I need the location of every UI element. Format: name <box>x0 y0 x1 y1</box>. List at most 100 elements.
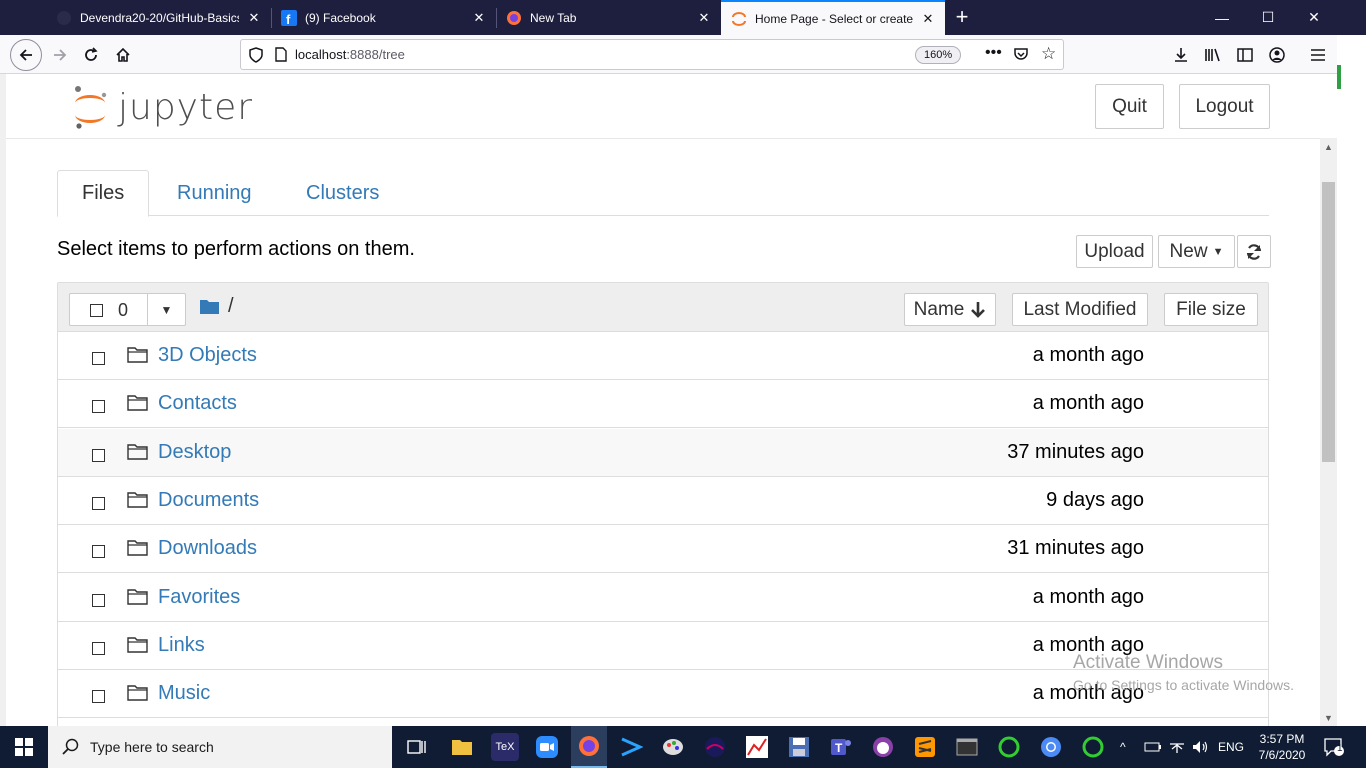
graph-app-icon[interactable] <box>743 733 771 761</box>
item-name-link[interactable]: Documents <box>158 489 259 512</box>
sort-file-size-button[interactable]: File size <box>1164 293 1258 326</box>
pocket-icon[interactable] <box>1013 46 1029 67</box>
forward-button[interactable] <box>45 40 75 70</box>
breadcrumb[interactable]: / <box>199 295 234 318</box>
page-actions-icon[interactable]: ••• <box>985 44 1002 62</box>
close-icon[interactable]: ✕ <box>697 10 711 26</box>
terminal-icon[interactable] <box>953 733 981 761</box>
select-menu-dropdown[interactable]: ▼ <box>147 293 186 326</box>
tex-editor-icon[interactable]: TeX <box>491 733 519 761</box>
upload-button[interactable]: Upload <box>1076 235 1153 268</box>
close-icon[interactable]: ✕ <box>921 11 935 27</box>
item-checkbox[interactable] <box>92 545 105 558</box>
logout-button[interactable]: Logout <box>1179 84 1270 129</box>
browser-tab-github[interactable]: Devendra20-20/GitHub-Basics ✕ <box>46 0 271 35</box>
browser-tab-jupyter[interactable]: Home Page - Select or create a ✕ <box>721 0 945 35</box>
scrollbar-thumb[interactable] <box>1322 182 1335 462</box>
account-icon[interactable] <box>1262 40 1292 70</box>
sublime-text-icon[interactable] <box>911 733 939 761</box>
close-icon[interactable]: ✕ <box>472 10 486 26</box>
item-name-link[interactable]: Desktop <box>158 441 231 464</box>
network-icon[interactable] <box>1168 726 1186 768</box>
save-disk-icon[interactable] <box>785 733 813 761</box>
page-info-icon[interactable] <box>275 47 287 62</box>
circle-app-2-icon[interactable] <box>1079 733 1107 761</box>
circle-app-icon[interactable] <box>995 733 1023 761</box>
new-tab-button[interactable]: + <box>951 4 973 30</box>
item-checkbox[interactable] <box>92 400 105 413</box>
item-checkbox[interactable] <box>92 352 105 365</box>
window-close-icon[interactable]: ✕ <box>1291 0 1337 35</box>
menu-icon[interactable] <box>1303 40 1333 70</box>
item-name-link[interactable]: Music <box>158 682 210 705</box>
teams-icon[interactable]: T <box>827 733 855 761</box>
select-all-checkbox[interactable] <box>90 304 103 317</box>
item-name-link[interactable]: 3D Objects <box>158 344 257 367</box>
browser-tab-title: (9) Facebook <box>305 10 376 25</box>
item-checkbox[interactable] <box>92 594 105 607</box>
sort-name-button[interactable]: Name <box>904 293 996 326</box>
item-name-link[interactable]: Links <box>158 634 205 657</box>
browser-tab-facebook[interactable]: f (9) Facebook ✕ <box>271 0 496 35</box>
start-button[interactable] <box>0 726 48 768</box>
chrome-icon[interactable] <box>1037 733 1065 761</box>
vertical-scrollbar[interactable]: ▲ ▼ <box>1320 138 1337 726</box>
firefox-taskbar-icon[interactable] <box>571 726 607 768</box>
back-button[interactable] <box>10 39 42 71</box>
sort-last-modified-button[interactable]: Last Modified <box>1012 293 1148 326</box>
stellarium-icon[interactable] <box>701 733 729 761</box>
task-view-icon[interactable] <box>403 733 431 761</box>
item-name-link[interactable]: Favorites <box>158 586 240 609</box>
minimize-icon[interactable]: — <box>1199 0 1245 35</box>
file-explorer-icon[interactable] <box>448 733 476 761</box>
bookmark-star-icon[interactable]: ☆ <box>1041 44 1056 64</box>
tab-files[interactable]: Files <box>57 170 150 217</box>
maximize-icon[interactable]: ☐ <box>1245 0 1291 35</box>
list-item[interactable]: Desktop 37 minutes ago <box>58 429 1268 477</box>
paint-icon[interactable] <box>659 733 687 761</box>
item-checkbox[interactable] <box>92 642 105 655</box>
zoom-app-icon[interactable] <box>533 733 561 761</box>
sidebar-icon[interactable] <box>1230 40 1260 70</box>
list-item[interactable]: Favorites a month ago <box>58 574 1268 622</box>
jupyter-logo[interactable]: jupyter <box>72 84 253 130</box>
tab-clusters[interactable]: Clusters <box>282 170 403 216</box>
item-name-link[interactable]: Downloads <box>158 537 257 560</box>
close-icon[interactable]: ✕ <box>247 10 261 26</box>
list-item[interactable]: 3D Objects a month ago <box>58 332 1268 380</box>
volume-icon[interactable] <box>1192 726 1210 768</box>
scroll-down-icon[interactable]: ▼ <box>1320 709 1337 726</box>
list-item[interactable]: Contacts a month ago <box>58 380 1268 428</box>
item-checkbox[interactable] <box>92 690 105 703</box>
item-checkbox[interactable] <box>92 497 105 510</box>
notification-center-icon[interactable]: 1 <box>1323 726 1345 768</box>
jupyter-favicon <box>731 11 747 27</box>
new-button[interactable]: New ▼ <box>1158 235 1235 268</box>
refresh-button[interactable] <box>1237 235 1271 268</box>
background-window-edge <box>1337 65 1341 89</box>
taskbar-clock[interactable]: 3:57 PM 7/6/2020 <box>1254 731 1310 763</box>
taskbar-search-box[interactable]: Type here to search <box>48 726 392 768</box>
input-language[interactable]: ENG <box>1218 726 1244 768</box>
home-button[interactable] <box>108 40 138 70</box>
zoom-level-badge[interactable]: 160% <box>915 46 962 64</box>
scroll-up-icon[interactable]: ▲ <box>1320 138 1337 155</box>
item-checkbox[interactable] <box>92 449 105 462</box>
shield-icon[interactable] <box>249 46 263 63</box>
list-item[interactable]: Documents 9 days ago <box>58 477 1268 525</box>
cat-app-icon[interactable] <box>869 733 897 761</box>
breadcrumb-root[interactable]: / <box>228 295 234 318</box>
show-hidden-icons-icon[interactable]: ^ <box>1120 726 1126 768</box>
item-name-link[interactable]: Contacts <box>158 392 237 415</box>
tab-running[interactable]: Running <box>153 170 276 216</box>
battery-icon[interactable] <box>1144 726 1162 768</box>
browser-tab-new-tab[interactable]: New Tab ✕ <box>496 0 721 35</box>
quit-button[interactable]: Quit <box>1095 84 1164 129</box>
list-item[interactable]: Downloads 31 minutes ago <box>58 525 1268 573</box>
library-icon[interactable] <box>1198 40 1228 70</box>
reload-button[interactable] <box>76 40 106 70</box>
url-bar[interactable]: localhost:8888/tree 160% ••• ☆ <box>240 39 1064 70</box>
downloads-icon[interactable] <box>1166 40 1196 70</box>
github-icon <box>56 10 72 26</box>
powershell-icon[interactable] <box>617 733 645 761</box>
